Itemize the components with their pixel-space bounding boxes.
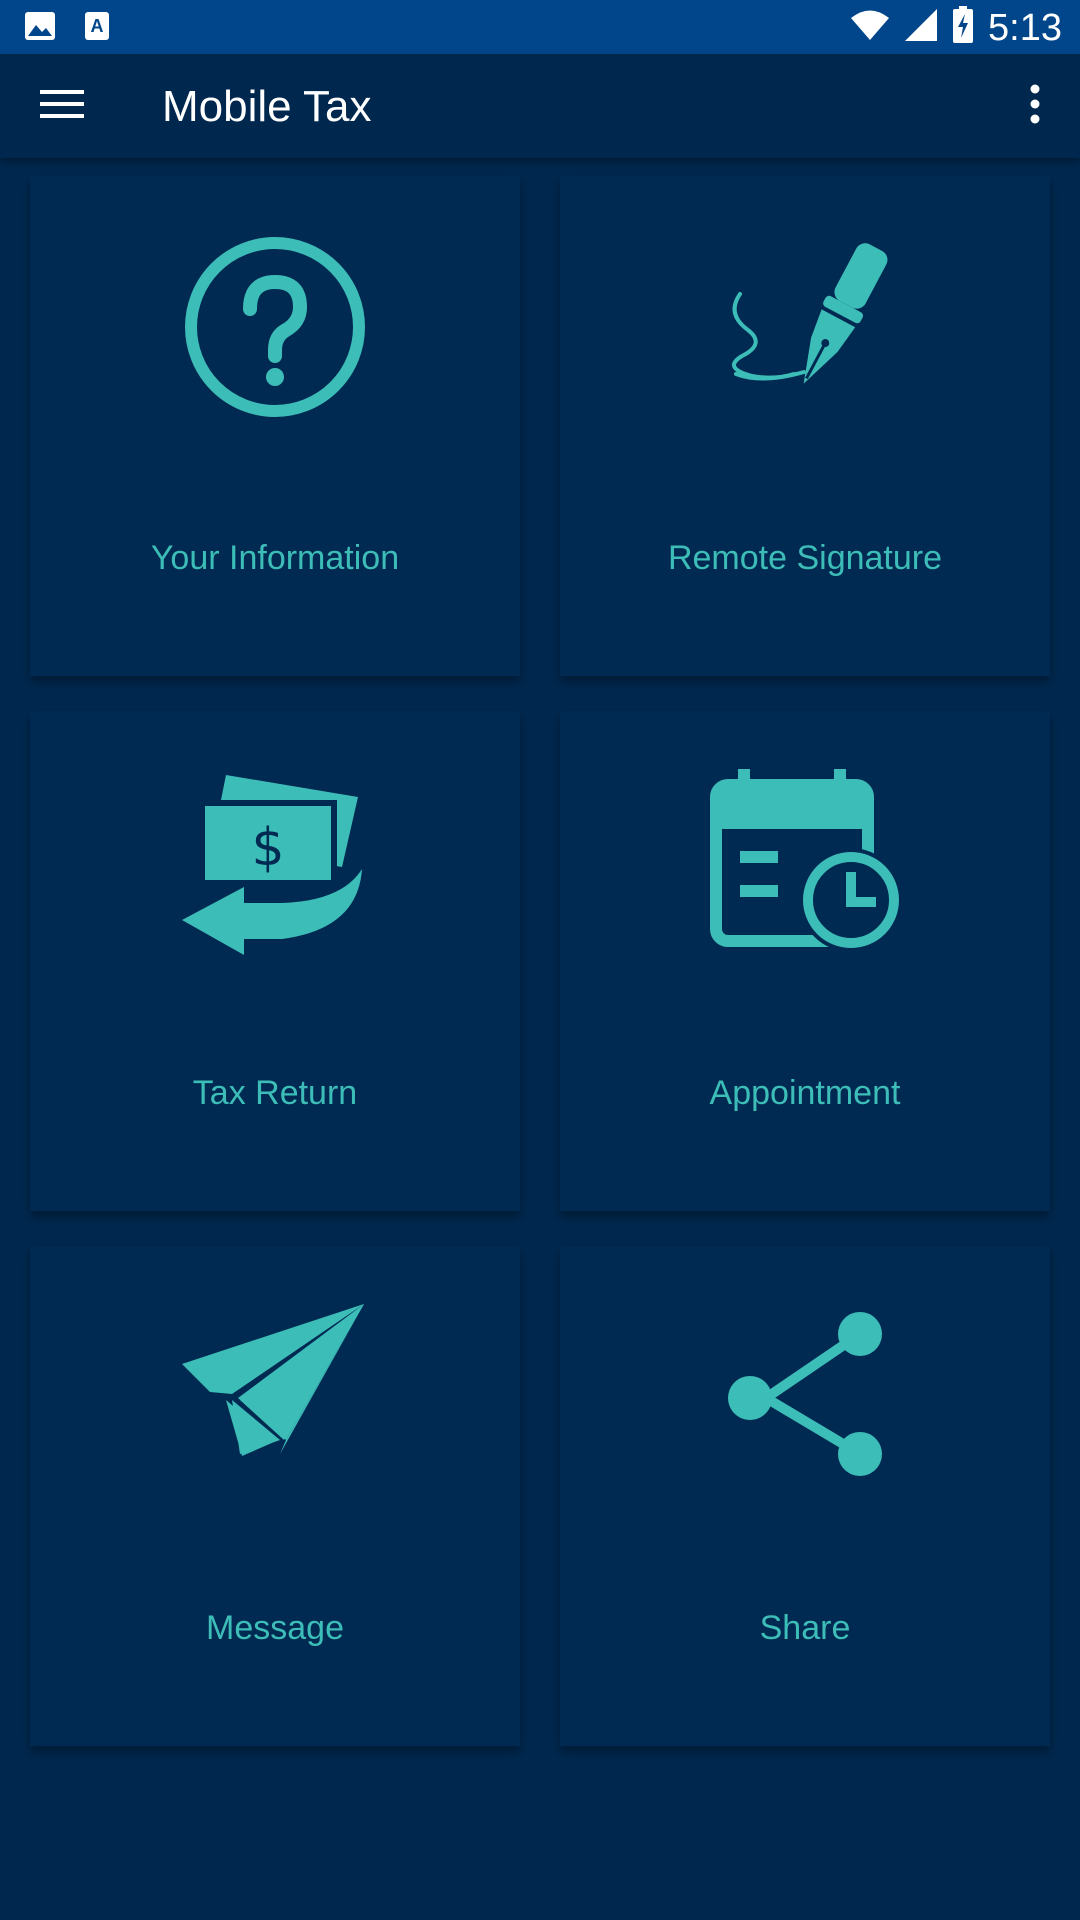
tile-tax-return[interactable]: $ Tax Return xyxy=(30,711,520,1211)
image-icon xyxy=(24,11,56,46)
help-icon xyxy=(30,234,520,420)
signal-icon xyxy=(904,8,938,47)
status-bar: A 5:13 xyxy=(0,0,1080,54)
text-a-icon: A xyxy=(84,11,110,46)
svg-text:$: $ xyxy=(251,818,284,878)
menu-button[interactable] xyxy=(30,76,94,136)
tile-label: Message xyxy=(206,1609,344,1647)
paper-plane-icon xyxy=(30,1304,520,1490)
tile-message[interactable]: Message xyxy=(30,1246,520,1746)
hamburger-menu-icon xyxy=(40,88,84,125)
status-time: 5:13 xyxy=(988,6,1062,49)
svg-text:A: A xyxy=(91,16,104,36)
overflow-menu-button[interactable] xyxy=(1010,76,1060,136)
tile-label: Tax Return xyxy=(192,1074,358,1112)
tile-appointment[interactable]: Appointment xyxy=(560,711,1050,1211)
fountain-pen-icon xyxy=(560,234,1050,420)
page-title: Mobile Tax xyxy=(162,82,372,131)
tile-label: Remote Signature xyxy=(667,539,943,577)
money-transfer-icon: $ xyxy=(30,769,520,955)
share-icon xyxy=(560,1304,1050,1490)
tile-label: Share xyxy=(759,1609,851,1647)
tile-label: Appointment xyxy=(709,1074,901,1112)
tile-remote-signature[interactable]: Remote Signature xyxy=(560,176,1050,676)
wifi-icon xyxy=(850,9,890,46)
tile-label: Your Information xyxy=(150,539,400,577)
app-bar: Mobile Tax xyxy=(0,54,1080,158)
more-vert-icon xyxy=(1029,84,1041,129)
calendar-clock-icon xyxy=(560,769,1050,955)
tile-your-information[interactable]: Your Information xyxy=(30,176,520,676)
battery-charging-icon xyxy=(952,6,974,49)
tile-share[interactable]: Share xyxy=(560,1246,1050,1746)
